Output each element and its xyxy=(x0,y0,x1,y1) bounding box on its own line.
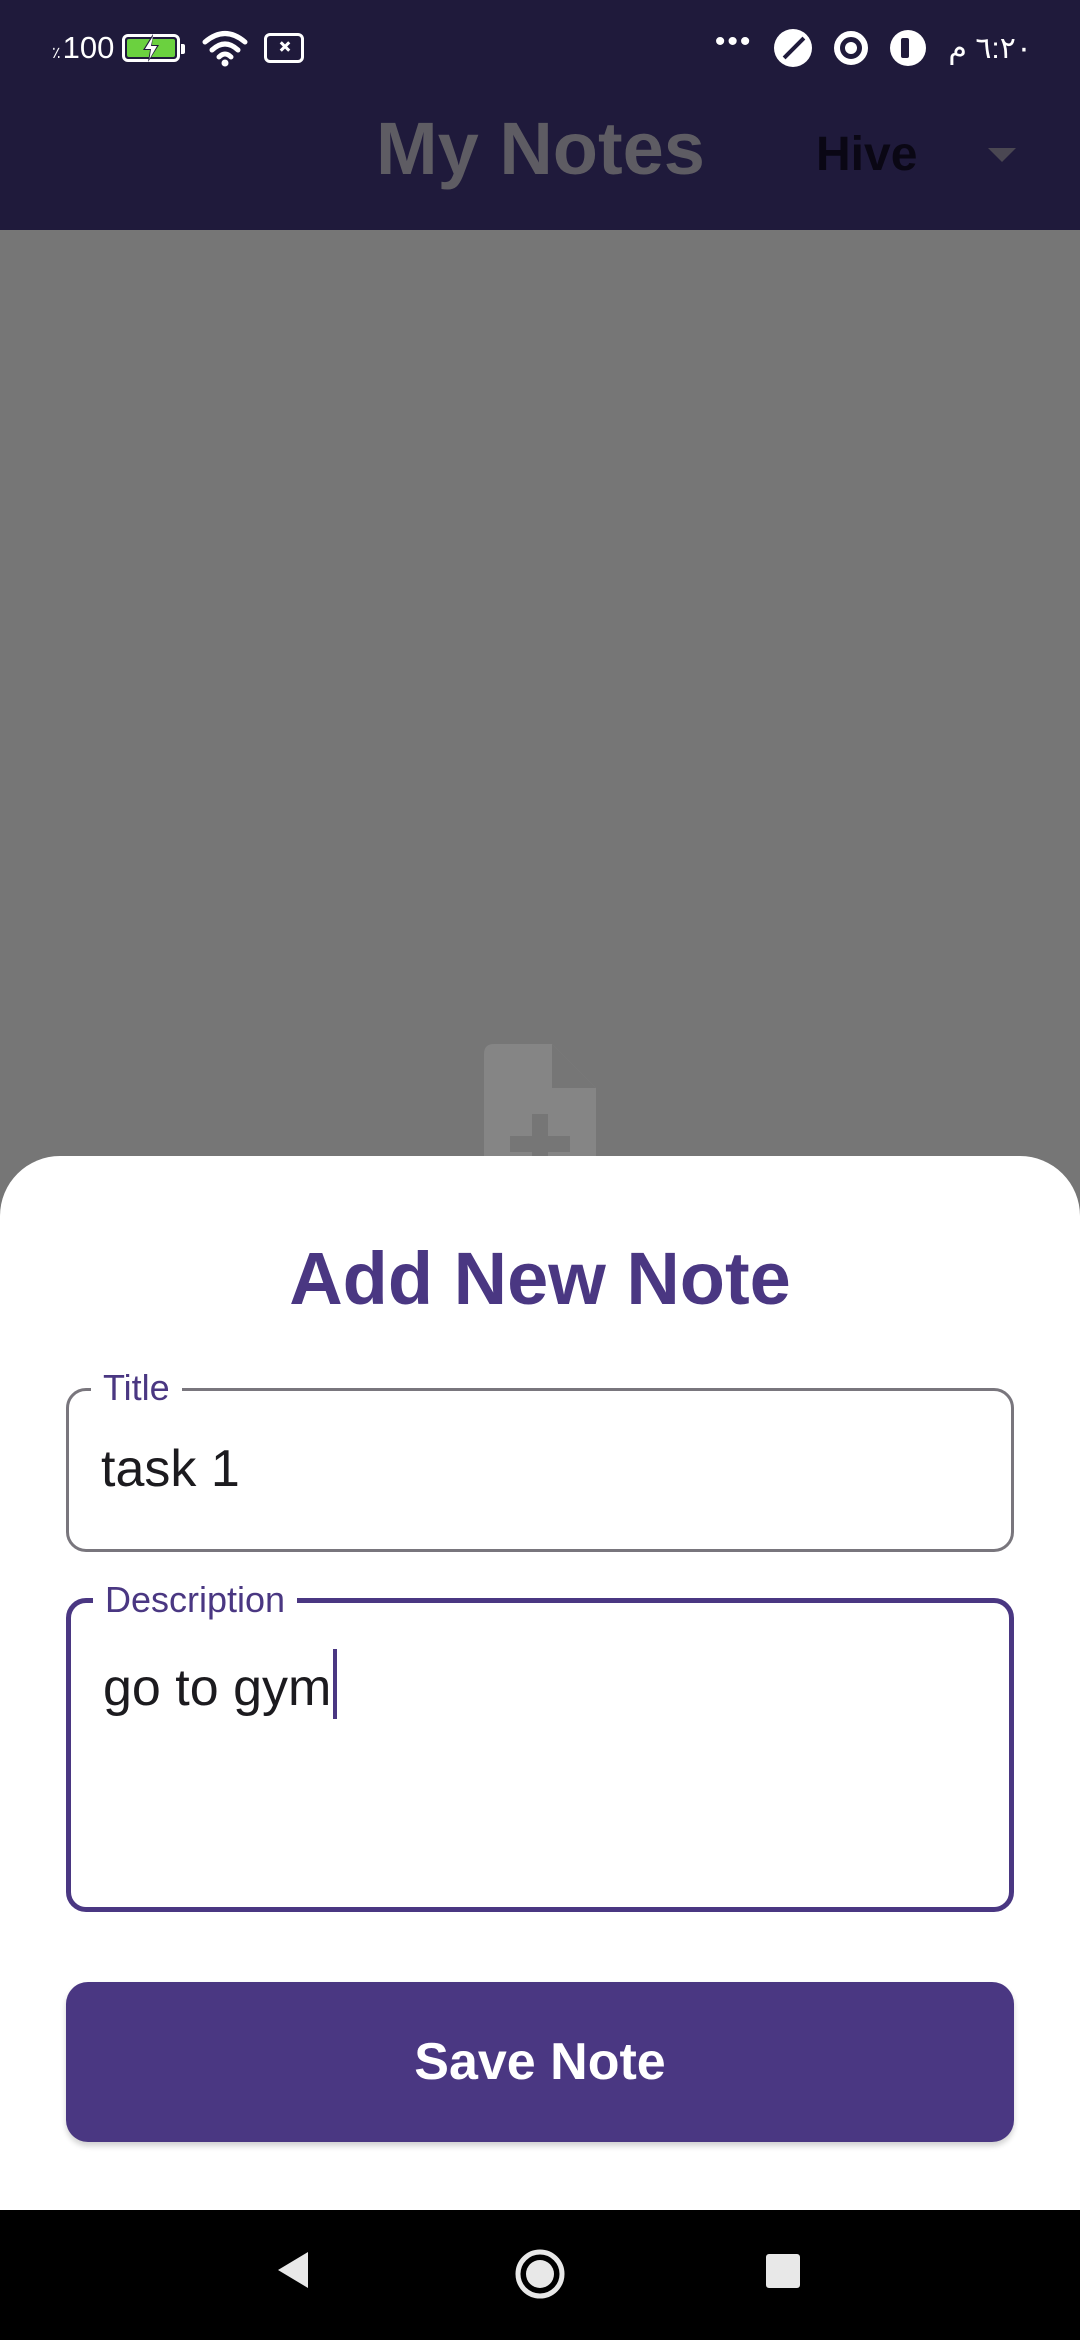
system-nav-bar xyxy=(0,2210,1080,2340)
app-bar: My Notes Hive xyxy=(0,96,1080,230)
more-dots-icon: ••• xyxy=(714,25,753,58)
text-cursor xyxy=(333,1649,338,1719)
blocked-icon xyxy=(774,29,813,67)
battery-percent-sign: ٪ xyxy=(52,45,62,62)
recents-icon[interactable] xyxy=(766,2254,800,2288)
description-field[interactable]: Description go to gym xyxy=(66,1575,1014,1912)
wifi-icon xyxy=(202,31,248,67)
description-field-value[interactable]: go to gym xyxy=(103,1659,331,1717)
sheet-title: Add New Note xyxy=(289,1237,791,1320)
status-left: ٪100 xyxy=(52,24,305,72)
title-field[interactable]: Title task 1 xyxy=(66,1363,1014,1552)
no-sim-icon xyxy=(264,33,305,63)
page-title: My Notes xyxy=(376,107,705,190)
home-icon[interactable] xyxy=(514,2248,566,2300)
note-add-icon xyxy=(484,1044,596,1174)
back-icon[interactable] xyxy=(274,2250,312,2290)
description-field-label: Description xyxy=(93,1575,298,1625)
battery-level-text: 100 xyxy=(62,30,116,65)
battery-level: ٪100 xyxy=(52,30,116,66)
database-dropdown-value: Hive xyxy=(816,127,918,181)
add-note-sheet: Add New Note Title task 1 Description go… xyxy=(0,1156,1080,2210)
app-notification-icon xyxy=(890,30,927,66)
chrome-icon xyxy=(834,31,869,65)
status-right: ••• ٦:٢٠ م xyxy=(715,24,1032,72)
chevron-down-icon xyxy=(988,148,1016,162)
clock: ٦:٢٠ م xyxy=(948,31,1032,65)
database-dropdown[interactable]: Hive xyxy=(816,122,1016,186)
save-note-button[interactable]: Save Note xyxy=(66,1982,1014,2142)
title-field-value[interactable]: task 1 xyxy=(101,1439,240,1499)
title-field-label: Title xyxy=(91,1363,182,1413)
description-field-value-wrap[interactable]: go to gym xyxy=(103,1649,338,1719)
battery-charging-icon xyxy=(122,34,186,62)
status-bar: ٪100 ••• ٦:٢٠ م xyxy=(0,0,1080,96)
